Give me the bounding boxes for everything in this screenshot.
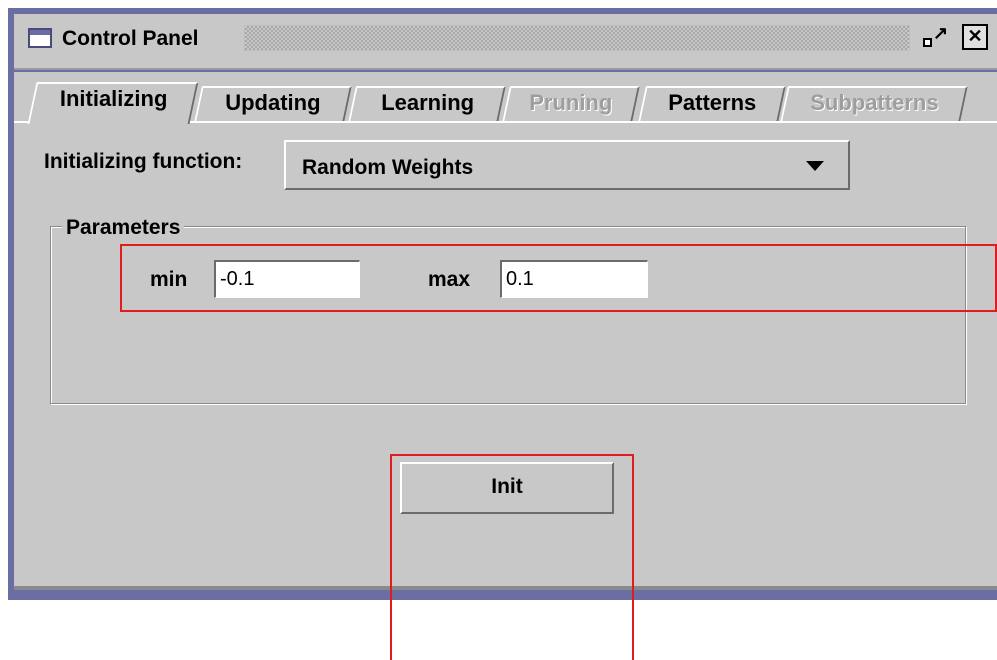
title-bar-drag-area[interactable]	[244, 25, 910, 51]
selected-function: Random Weights	[302, 156, 474, 179]
tab-bar: Initializing Updating Learning Pruning P…	[14, 72, 997, 124]
window-title: Control Panel	[62, 27, 199, 50]
tab-learning[interactable]: Learning	[348, 86, 506, 122]
minimize-button[interactable]: ↗	[919, 24, 949, 52]
tab-pruning: Pruning	[502, 86, 640, 122]
initializing-function-label: Initializing function:	[44, 150, 243, 173]
initializing-function-dropdown[interactable]: Random Weights	[284, 140, 850, 190]
max-input[interactable]	[500, 260, 648, 298]
minimize-icon	[923, 38, 932, 47]
parameters-group	[50, 226, 966, 404]
tab-initializing[interactable]: Initializing	[27, 82, 199, 124]
parameters-legend: Parameters	[62, 216, 185, 240]
control-panel-content: Initializing Updating Learning Pruning P…	[14, 72, 997, 590]
chevron-down-icon	[806, 161, 824, 171]
window-icon	[28, 28, 52, 48]
tab-patterns[interactable]: Patterns	[638, 86, 786, 122]
close-icon: ✕	[967, 26, 983, 46]
close-button[interactable]: ✕	[962, 24, 988, 50]
min-label: min	[150, 268, 188, 291]
tab-updating[interactable]: Updating	[194, 86, 352, 122]
panel-bottom-edge	[14, 586, 997, 590]
tab-subpatterns: Subpatterns	[780, 86, 968, 122]
init-button[interactable]: Init	[400, 462, 614, 514]
title-bar[interactable]: Control Panel ↗ ✕	[14, 14, 997, 70]
min-input[interactable]	[214, 260, 360, 298]
max-label: max	[428, 268, 471, 291]
